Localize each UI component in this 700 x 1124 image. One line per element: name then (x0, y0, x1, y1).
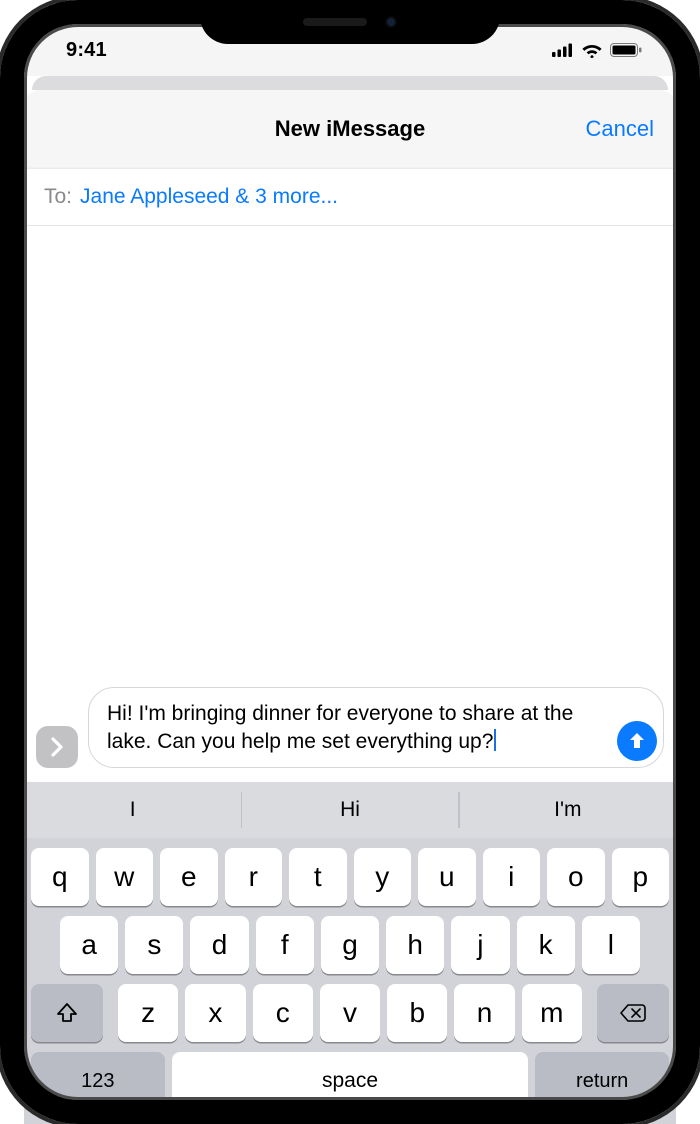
key-l[interactable]: l (582, 916, 640, 974)
key-e[interactable]: e (160, 848, 218, 906)
message-text: Hi! I'm bringing dinner for everyone to … (107, 702, 573, 752)
key-y[interactable]: y (354, 848, 412, 906)
backspace-key[interactable] (597, 984, 669, 1042)
compose-row: Hi! I'm bringing dinner for everyone to … (24, 677, 676, 782)
sheet-backdrop (32, 76, 668, 90)
key-w[interactable]: w (96, 848, 154, 906)
arrow-up-icon (627, 730, 647, 752)
to-recipients[interactable]: Jane Appleseed & 3 more... (80, 185, 338, 209)
return-key[interactable]: return (535, 1052, 669, 1110)
backspace-icon (619, 1002, 647, 1024)
message-input[interactable]: Hi! I'm bringing dinner for everyone to … (88, 687, 664, 768)
key-n[interactable]: n (454, 984, 514, 1042)
numbers-key[interactable]: 123 (31, 1052, 165, 1110)
key-h[interactable]: h (386, 916, 444, 974)
page-title: New iMessage (275, 116, 425, 142)
cellular-icon (552, 43, 574, 57)
text-cursor (494, 729, 496, 751)
key-m[interactable]: m (522, 984, 582, 1042)
cancel-button[interactable]: Cancel (586, 116, 654, 142)
to-label: To: (44, 185, 72, 209)
key-k[interactable]: k (517, 916, 575, 974)
key-q[interactable]: q (31, 848, 89, 906)
chevron-right-icon (49, 737, 65, 757)
status-icons (552, 42, 642, 58)
key-row-2: a s d f g h j k l (24, 906, 676, 974)
key-u[interactable]: u (418, 848, 476, 906)
key-g[interactable]: g (321, 916, 379, 974)
status-time: 9:41 (66, 39, 107, 62)
key-row-1: q w e r t y u i o p (24, 838, 676, 906)
key-c[interactable]: c (253, 984, 313, 1042)
key-p[interactable]: p (612, 848, 670, 906)
prediction-3[interactable]: I'm (459, 792, 676, 828)
shift-key[interactable] (31, 984, 103, 1042)
key-row-4: 123 space return (24, 1042, 676, 1124)
keyboard: I Hi I'm q w e r t y u i o p a (24, 782, 676, 1124)
key-t[interactable]: t (289, 848, 347, 906)
key-row-3: z x c v b n m (24, 974, 676, 1042)
wifi-icon (581, 42, 603, 58)
navbar: New iMessage Cancel (24, 90, 676, 168)
predictive-bar: I Hi I'm (24, 782, 676, 838)
key-j[interactable]: j (451, 916, 509, 974)
battery-icon (610, 43, 642, 57)
key-v[interactable]: v (320, 984, 380, 1042)
key-i[interactable]: i (483, 848, 541, 906)
key-z[interactable]: z (118, 984, 178, 1042)
prediction-1[interactable]: I (24, 792, 241, 828)
key-o[interactable]: o (547, 848, 605, 906)
key-r[interactable]: r (225, 848, 283, 906)
key-s[interactable]: s (125, 916, 183, 974)
shift-icon (55, 1001, 79, 1025)
space-key[interactable]: space (172, 1052, 529, 1110)
to-field[interactable]: To: Jane Appleseed & 3 more... (24, 168, 676, 226)
conversation-area: Hi! I'm bringing dinner for everyone to … (24, 226, 676, 782)
send-button[interactable] (617, 721, 657, 761)
prediction-2[interactable]: Hi (241, 792, 458, 828)
apps-expand-button[interactable] (36, 726, 78, 768)
key-b[interactable]: b (387, 984, 447, 1042)
key-d[interactable]: d (190, 916, 248, 974)
key-x[interactable]: x (185, 984, 245, 1042)
key-f[interactable]: f (256, 916, 314, 974)
notch (200, 0, 500, 44)
key-a[interactable]: a (60, 916, 118, 974)
